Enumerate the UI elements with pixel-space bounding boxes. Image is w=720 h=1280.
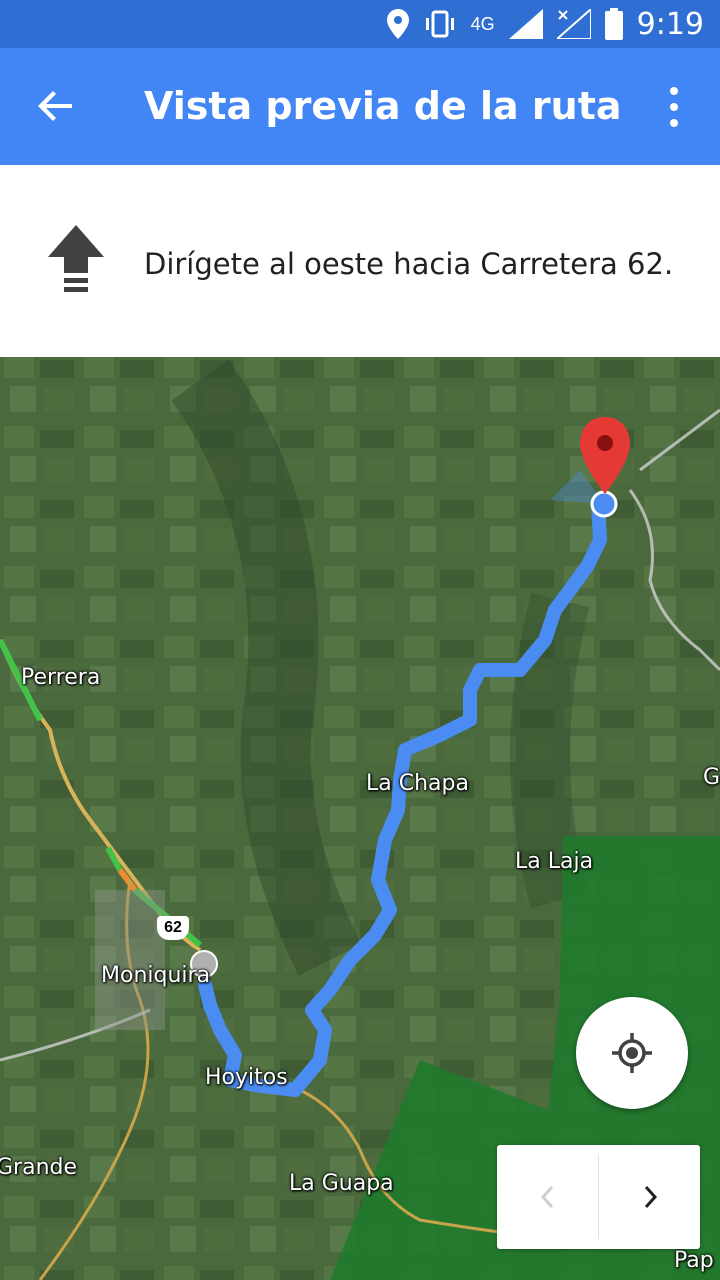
battery-icon [604, 8, 623, 40]
page-title: Vista previa de la ruta [144, 84, 622, 128]
my-location-button[interactable] [576, 997, 688, 1109]
previous-step-button[interactable] [497, 1145, 598, 1249]
current-location-dot [590, 490, 618, 518]
place-label-g: G [703, 765, 720, 790]
step-navigation [497, 1145, 700, 1249]
place-label-grande: Grande [0, 1155, 78, 1180]
my-location-icon [612, 1033, 652, 1073]
place-label-la-laja: La Laja [515, 849, 594, 874]
chevron-right-icon [644, 1185, 658, 1209]
network-label: 4G [470, 14, 495, 34]
instruction-text: Dirígete al oeste hacia Carretera 62. [144, 247, 674, 281]
more-vert-icon[interactable] [664, 86, 684, 128]
satellite-map [0, 357, 720, 1280]
next-step-button[interactable] [599, 1145, 700, 1249]
arrow-back-icon[interactable] [28, 78, 84, 134]
app-bar: Vista previa de la ruta [0, 48, 720, 165]
chevron-left-icon [540, 1185, 554, 1209]
place-label-pap: Pap [674, 1248, 714, 1273]
status-time: 9:19 [636, 6, 704, 42]
place-label-la-chapa: La Chapa [366, 771, 469, 796]
instruction-panel: Dirígete al oeste hacia Carretera 62. [0, 165, 720, 357]
vibrate-icon [425, 10, 454, 38]
signal-icon [508, 9, 543, 39]
location-icon [386, 9, 409, 39]
place-label-perrera: Perrera [21, 665, 101, 690]
place-label-moniquira: Moniquira [101, 963, 211, 988]
road-shield-62: 62 [157, 916, 189, 940]
status-bar: 4G 9:19 [0, 0, 720, 48]
no-signal-icon [556, 9, 591, 39]
straight-arrow-icon [48, 225, 104, 292]
place-label-la-guapa: La Guapa [289, 1171, 394, 1196]
place-label-hoyitos: Hoyitos [205, 1065, 288, 1090]
network-4g-icon: 4G [471, 15, 495, 33]
map-view[interactable]: Perrera La Chapa La Laja Moniquira Hoyit… [0, 357, 720, 1280]
